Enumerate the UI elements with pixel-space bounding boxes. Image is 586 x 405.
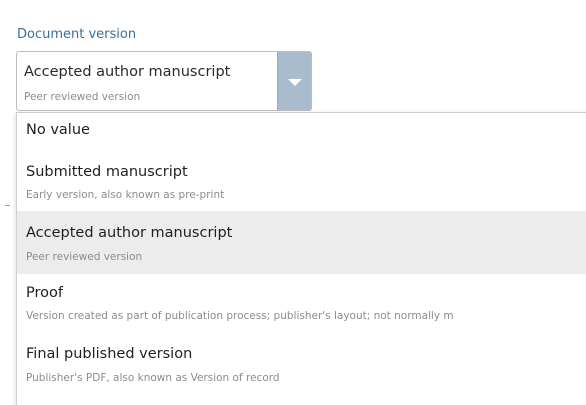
- option-description: Early version, also known as pre-print: [26, 189, 225, 201]
- option-label: Proof: [26, 285, 63, 301]
- field-label: Document version: [17, 27, 137, 42]
- dropdown-menu: No value Submitted manuscript Early vers…: [16, 112, 586, 405]
- option-proof[interactable]: Proof Version created as part of publica…: [17, 274, 586, 334]
- divider: [5, 205, 10, 206]
- dropdown-toggle-button[interactable]: [277, 52, 311, 110]
- option-description: Version created as part of publication p…: [26, 310, 454, 322]
- document-version-select[interactable]: Accepted author manuscript Peer reviewed…: [16, 51, 312, 111]
- option-accepted-author-manuscript[interactable]: Accepted author manuscript Peer reviewed…: [17, 211, 586, 274]
- option-label: No value: [26, 122, 90, 138]
- page: Document version Accepted author manuscr…: [0, 0, 586, 405]
- option-label: Submitted manuscript: [26, 164, 188, 180]
- select-value-description: Peer reviewed version: [24, 91, 141, 103]
- option-label: Final published version: [26, 346, 193, 362]
- option-no-value[interactable]: No value: [17, 113, 586, 150]
- chevron-down-icon: [288, 79, 302, 86]
- option-final-published-version[interactable]: Final published version Publisher's PDF,…: [17, 334, 586, 394]
- option-description: Peer reviewed version: [26, 251, 143, 263]
- option-label: Accepted author manuscript: [26, 225, 233, 241]
- option-submitted-manuscript[interactable]: Submitted manuscript Early version, also…: [17, 150, 586, 211]
- select-value: Accepted author manuscript: [24, 64, 231, 80]
- option-description: Publisher's PDF, also known as Version o…: [26, 372, 280, 384]
